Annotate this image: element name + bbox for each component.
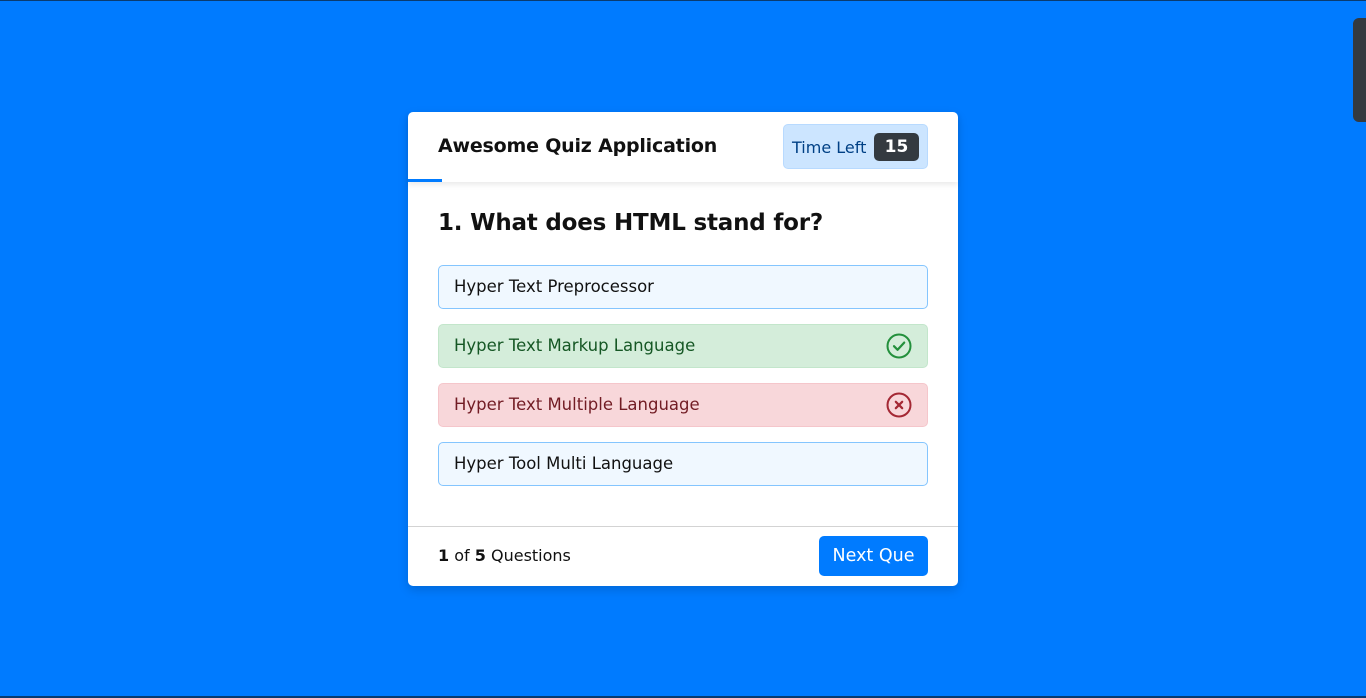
option-list: Hyper Text Preprocessor Hyper Text Marku… (438, 265, 928, 501)
option-4[interactable]: Hyper Tool Multi Language (438, 442, 928, 486)
questions-text: Questions (490, 546, 571, 565)
quiz-header: Awesome Quiz Application Time Left 15 (408, 112, 958, 182)
quiz-box: Awesome Quiz Application Time Left 15 1.… (408, 112, 958, 586)
side-panel-tab[interactable] (1353, 18, 1366, 122)
quiz-title: Awesome Quiz Application (438, 135, 718, 157)
check-circle-icon (886, 333, 912, 359)
option-3[interactable]: Hyper Text Multiple Language (438, 383, 928, 427)
option-label: Hyper Tool Multi Language (454, 454, 674, 473)
next-question-button[interactable]: Next Que (819, 536, 928, 576)
question-text: 1. What does HTML stand for? (438, 210, 824, 236)
option-label: Hyper Text Multiple Language (454, 395, 700, 414)
question-counter: 1 of 5 Questions (438, 546, 571, 565)
of-text: of (454, 546, 470, 565)
option-label: Hyper Text Preprocessor (454, 277, 654, 296)
timer-label: Time Left (792, 138, 867, 157)
time-progress-line (408, 179, 442, 182)
quiz-footer: 1 of 5 Questions Next Que (408, 526, 958, 586)
timer: Time Left 15 (783, 124, 928, 169)
current-question-number: 1 (438, 546, 450, 565)
option-label: Hyper Text Markup Language (454, 336, 696, 355)
total-questions-number: 5 (474, 546, 486, 565)
x-circle-icon (886, 392, 912, 418)
timer-seconds: 15 (874, 133, 919, 161)
option-1[interactable]: Hyper Text Preprocessor (438, 265, 928, 309)
option-2[interactable]: Hyper Text Markup Language (438, 324, 928, 368)
